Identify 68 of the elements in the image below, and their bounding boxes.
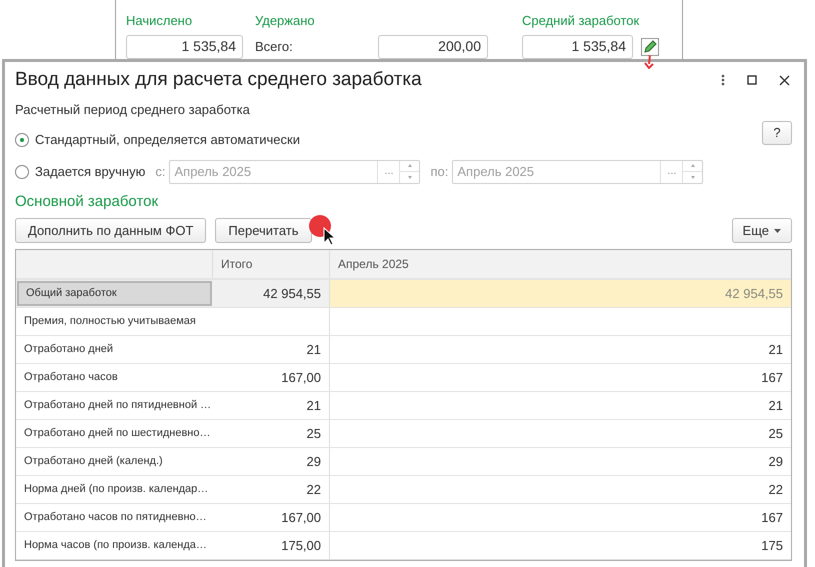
total-value: 175,00 — [281, 536, 321, 555]
table-row[interactable]: Премия, полностью учитываемая — [16, 308, 791, 336]
table-row[interactable]: Общий заработок 42 954,55 42 954,55 — [16, 280, 791, 308]
average-label: Средний заработок — [522, 12, 640, 30]
more-icon[interactable] — [721, 74, 725, 86]
table-row[interactable]: Отработано часов по пятидневно… 167,00 167 — [16, 504, 791, 532]
toolbar-button[interactable]: Дополнить по данным ФОТ — [15, 218, 206, 243]
table-row[interactable]: Норма дней (по произв. календар… 22 22 — [16, 476, 791, 504]
close-icon[interactable] — [779, 74, 790, 86]
total-value: 22 — [306, 480, 321, 499]
arrow-icon — [644, 55, 654, 69]
month-value: 21 — [768, 396, 783, 415]
period-value: Апрель 2025 — [456, 162, 536, 181]
row-label: Отработано дней — [23, 342, 114, 358]
month-value: 42 954,55 — [725, 284, 783, 303]
total-value: 21 — [306, 340, 321, 359]
column-header[interactable]: Апрель 2025 — [330, 250, 791, 278]
up-icon — [408, 164, 412, 168]
total-value: 167,00 — [281, 508, 321, 527]
down-icon — [690, 176, 695, 179]
amount-field[interactable]: 200,00 — [378, 34, 488, 58]
row-label: Норма дней (по произв. календар… — [23, 482, 210, 498]
total-value: 167,00 — [281, 368, 321, 387]
row-label: Отработано дней (календ.) — [23, 454, 164, 470]
row-label: Отработано дней по пятидневной … — [23, 398, 212, 414]
table-row[interactable]: Отработано дней 21 21 — [16, 336, 791, 364]
column-header[interactable]: Итого — [213, 250, 330, 278]
month-value: 167 — [761, 508, 783, 527]
row-label: Отработано дней по шестидневно… — [23, 426, 212, 442]
month-value: 175 — [761, 536, 783, 555]
row-label: Премия, полностью учитываемая — [23, 314, 197, 330]
month-value: 167 — [761, 368, 783, 387]
period-label: Расчетный период среднего заработка — [15, 101, 251, 119]
help-button[interactable]: ? — [762, 121, 792, 145]
total-label: Всего: — [255, 38, 294, 56]
down-icon — [408, 176, 412, 179]
caret-icon — [774, 228, 781, 232]
amount-field[interactable]: 1 535,84 — [126, 34, 243, 58]
table-row[interactable]: Отработано дней по шестидневно… 25 25 — [16, 420, 791, 448]
total-value: 42 954,55 — [263, 284, 321, 303]
window-title: Ввод данных для расчета среднего заработка — [15, 68, 423, 92]
row-label: Отработано часов — [23, 370, 119, 386]
toolbar-button[interactable]: Перечитать — [215, 218, 312, 243]
row-label: Норма часов (по произв. календа… — [23, 538, 208, 554]
section-title: Основной заработок — [15, 192, 160, 212]
period-value: Апрель 2025 — [173, 162, 252, 181]
from-label: с: — [155, 162, 166, 181]
total-value: 25 — [306, 424, 321, 443]
month-value: 29 — [768, 452, 783, 471]
pencil-icon[interactable] — [641, 38, 659, 56]
row-label: Общий заработок — [17, 281, 212, 306]
table-row[interactable]: Отработано дней по пятидневной … 21 21 — [16, 392, 791, 420]
month-value: 25 — [768, 424, 783, 443]
table-row[interactable]: Отработано часов 167,00 167 — [16, 364, 791, 392]
accrued-label: Начислено — [126, 12, 194, 30]
month-value: 21 — [768, 340, 783, 359]
month-value: 22 — [768, 480, 783, 499]
total-value: 21 — [306, 396, 321, 415]
table-row[interactable]: Отработано дней (календ.) 29 29 — [16, 448, 791, 476]
row-label: Отработано часов по пятидневно… — [23, 510, 208, 526]
withheld-label: Удержано — [255, 12, 316, 30]
to-label: по: — [430, 162, 448, 181]
up-icon — [690, 164, 695, 168]
table-row[interactable]: Норма часов (по произв. календа… 175,00 175 — [16, 532, 791, 560]
more-button[interactable]: Еще — [732, 218, 792, 243]
maximize-icon[interactable] — [747, 75, 757, 85]
total-value: 29 — [306, 452, 321, 471]
amount-field[interactable]: 1 535,84 — [522, 34, 633, 58]
